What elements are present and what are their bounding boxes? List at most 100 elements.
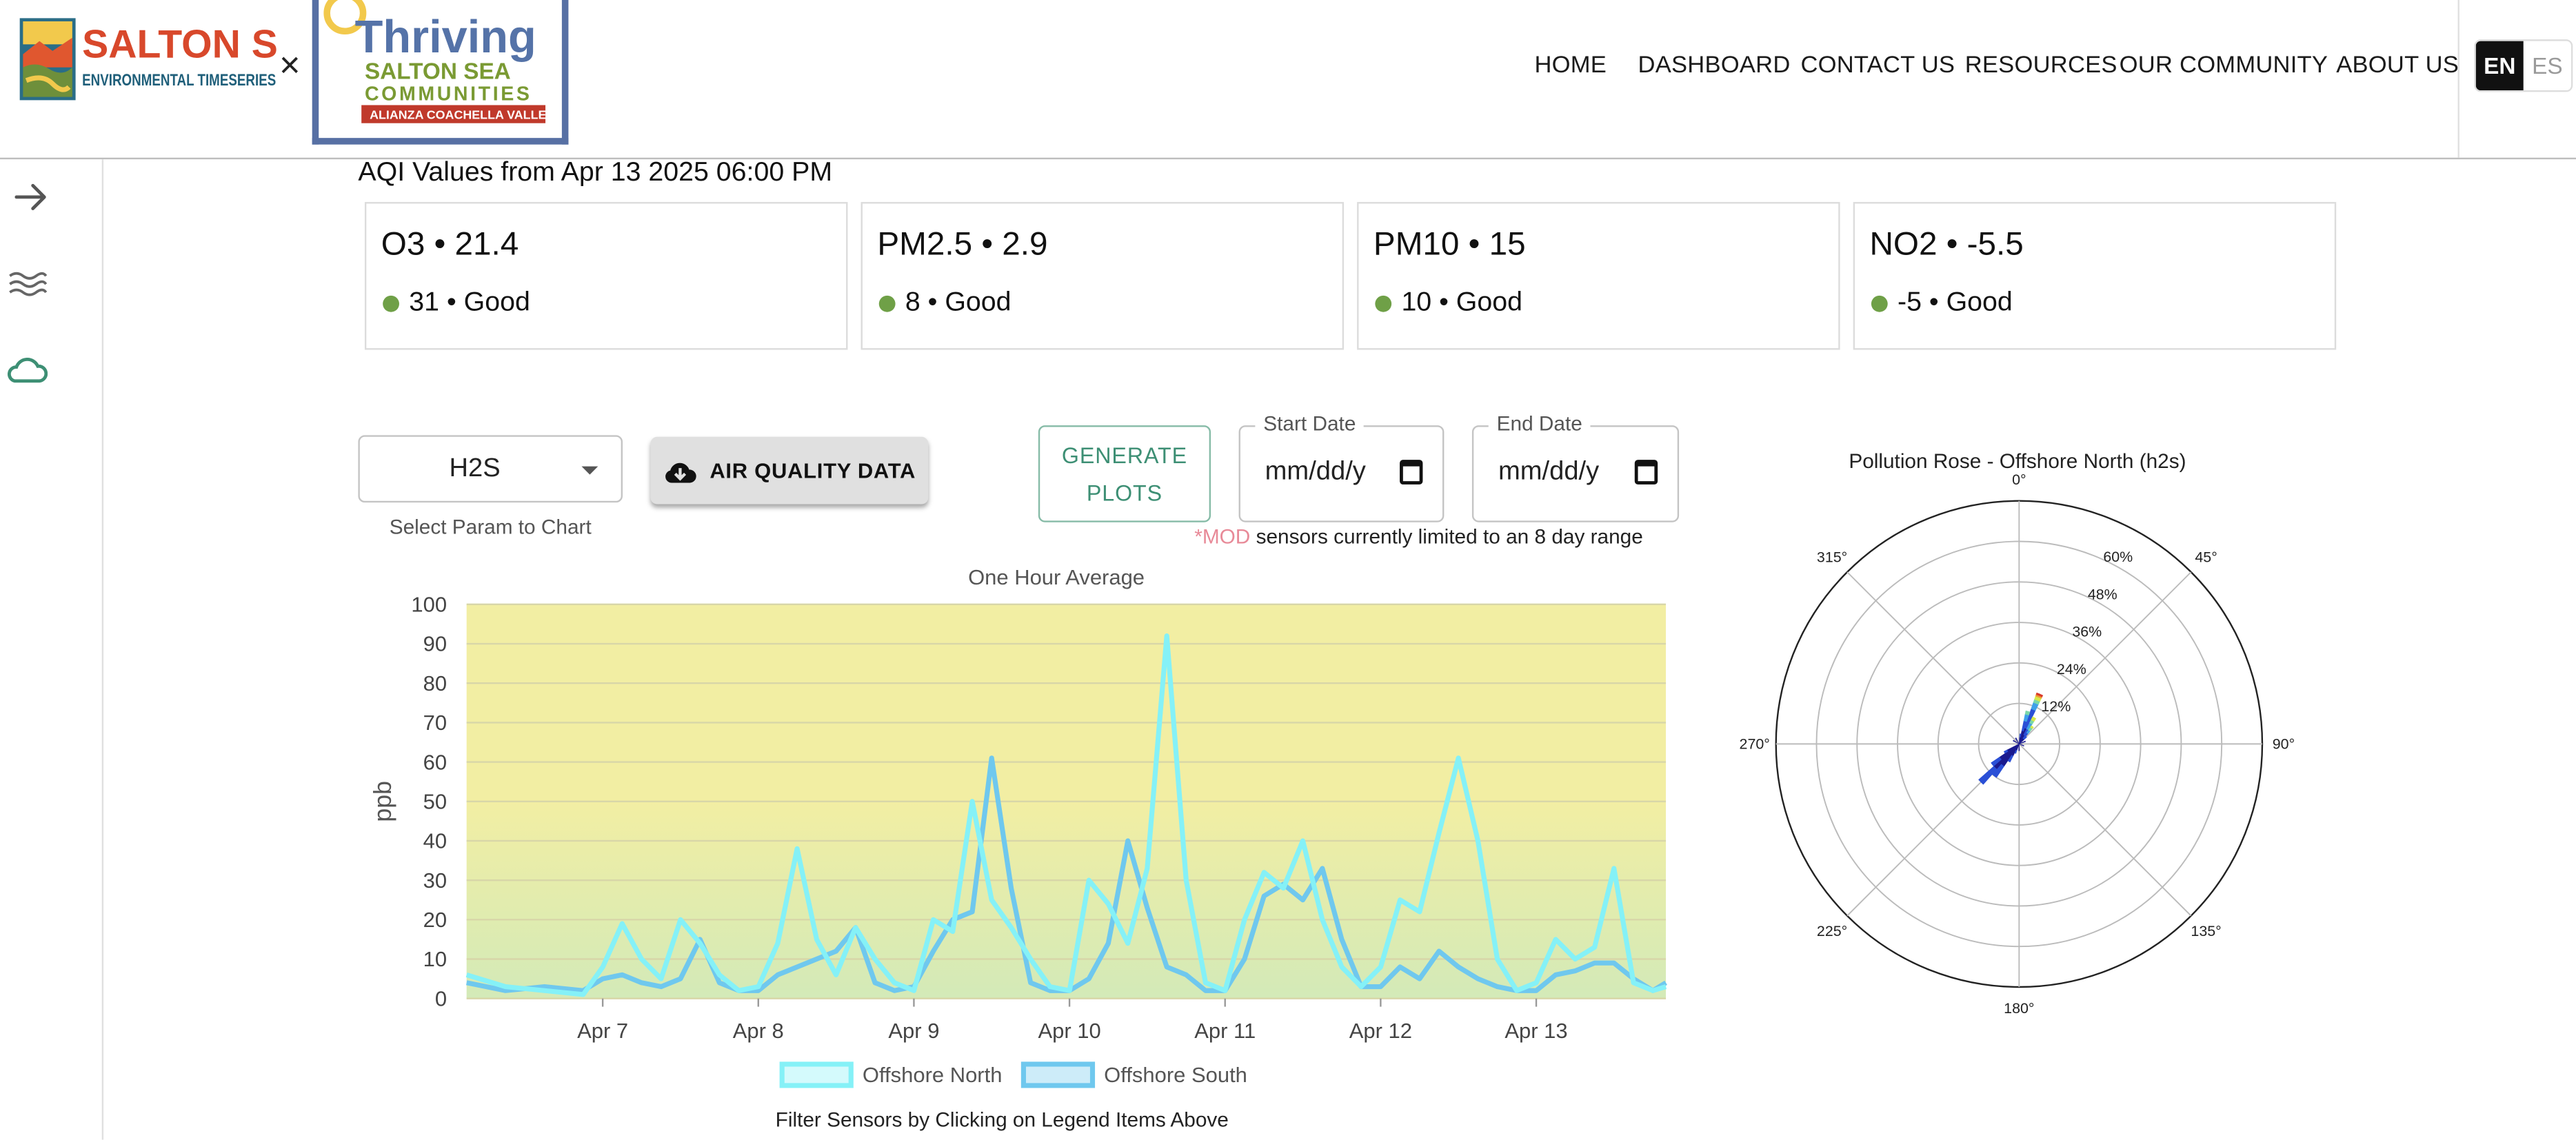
aqi-card-no2: NO2 • -5.5 -5 • Good [1853, 202, 2337, 350]
logo-separator: × [279, 44, 301, 85]
lang-es-button[interactable]: ES [2523, 41, 2571, 91]
logo-thriving-line1: Thriving [355, 12, 536, 63]
legend-item[interactable]: Offshore North [863, 1063, 1003, 1087]
calendar-icon[interactable] [1400, 460, 1423, 485]
pollution-rose-chart: Pollution Rose - Offshore North (h2s)0° 4… [1740, 450, 2295, 1017]
header-divider [2457, 0, 2459, 158]
language-toggle: EN ES [2474, 39, 2573, 92]
rose-radial-label: 12% [2041, 698, 2071, 715]
rose-wedge [2024, 710, 2031, 716]
end-date-field[interactable]: End Date mm/dd/y [1471, 412, 1680, 522]
nav-resources[interactable]: RESOURCES [1965, 52, 2117, 79]
y-tick-label: 0 [435, 986, 447, 1010]
end-date-input[interactable]: mm/dd/y [1498, 458, 1599, 488]
aqi-card-title: PM10 • 15 [1373, 226, 1526, 263]
x-tick-label: Apr 10 [1038, 1019, 1100, 1043]
status-dot [878, 295, 896, 312]
end-date-label: End Date [1488, 412, 1591, 436]
param-select-helper: Select Param to Chart [389, 516, 592, 539]
rose-angle-label: 315° [1817, 549, 1847, 565]
nav-home[interactable]: HOME [1534, 52, 1607, 79]
arrow-right-icon[interactable] [13, 181, 49, 214]
y-tick-label: 80 [423, 671, 447, 695]
nav-our-community[interactable]: OUR COMMUNITY [2120, 52, 2328, 79]
start-date-label: Start Date [1255, 412, 1365, 436]
salton-sea-logo[interactable]: SALTON SEA ENVIRONMENTAL TIMESERIES [19, 18, 279, 103]
aqi-card-title: O3 • 21.4 [381, 226, 519, 263]
y-tick-label: 100 [411, 593, 447, 617]
waves-icon[interactable] [8, 269, 48, 303]
rose-angle-label: 135° [2191, 923, 2221, 939]
y-tick-label: 60 [423, 750, 447, 774]
rose-angle-label: 270° [1740, 736, 1770, 753]
status-dot [1871, 295, 1888, 312]
generate-plots-button[interactable]: GENERATE PLOTS [1038, 425, 1211, 522]
rose-radial-label: 60% [2103, 549, 2133, 565]
aqi-card-title: NO2 • -5.5 [1869, 226, 2024, 263]
aqi-card-status: 31 • Good [409, 287, 530, 317]
logo-thriving-line2: SALTON SEA [365, 59, 511, 84]
mod-note-highlight: *MOD [1194, 525, 1251, 549]
start-date-input[interactable]: mm/dd/y [1265, 458, 1366, 488]
aqi-card-status: -5 • Good [1898, 287, 2013, 317]
chevron-down-icon [581, 466, 598, 475]
cloud-download-icon [665, 462, 696, 482]
generate-label-line1: GENERATE [1061, 443, 1188, 469]
chart-title: One Hour Average [968, 565, 1145, 589]
y-tick-label: 20 [423, 908, 447, 932]
y-axis-label: ppb [369, 781, 396, 822]
legend-item[interactable]: Offshore South [1104, 1063, 1247, 1087]
cloud-icon[interactable] [5, 353, 48, 386]
mod-sensor-note: *MOD sensors currently limited to an 8 d… [1194, 525, 1643, 548]
x-tick-label: Apr 11 [1194, 1019, 1256, 1043]
status-dot [383, 295, 399, 312]
rose-radial-label: 24% [2057, 661, 2086, 678]
x-tick-label: Apr 13 [1505, 1019, 1567, 1043]
rose-angle-label: 180° [2004, 1000, 2034, 1017]
logo-salton-line2: ENVIRONMENTAL TIMESERIES [82, 71, 276, 90]
download-air-quality-button[interactable]: AIR QUALITY DATA [650, 436, 929, 505]
nav-about-us[interactable]: ABOUT US [2336, 52, 2459, 79]
param-select[interactable]: H2S [358, 435, 623, 503]
x-tick-label: Apr 9 [888, 1019, 939, 1043]
one-hour-average-chart: 0 10 20 30 40 50 60 70 80 90 100 Apr 7 Apr 8 Apr 9 Apr… [369, 565, 1667, 1088]
aqi-card-status: 8 • Good [905, 287, 1012, 317]
rose-angle-label: 0° [2012, 471, 2026, 488]
param-select-value: H2S [449, 455, 501, 483]
sidebar [0, 159, 104, 1140]
legend-swatch[interactable] [779, 1061, 854, 1088]
y-tick-label: 90 [423, 632, 447, 656]
aqi-card-pm10: PM10 • 15 10 • Good [1357, 202, 1840, 350]
y-tick-label: 40 [423, 829, 447, 853]
y-tick-label: 30 [423, 868, 447, 893]
download-button-label: AIR QUALITY DATA [710, 458, 916, 483]
start-date-field[interactable]: Start Date mm/dd/y [1238, 412, 1445, 522]
nav-dashboard[interactable]: DASHBOARD [1638, 52, 1791, 79]
aqi-card-status: 10 • Good [1401, 287, 1522, 317]
calendar-icon[interactable] [1634, 460, 1658, 485]
legend-hint: Filter Sensors by Clicking on Legend Ite… [775, 1108, 1229, 1132]
y-tick-label: 50 [423, 789, 447, 813]
y-tick-label: 10 [423, 947, 447, 971]
generate-label-line2: PLOTS [1086, 481, 1163, 506]
nav-contact-us[interactable]: CONTACT US [1800, 52, 1955, 79]
rose-angle-label: 90° [2273, 736, 2295, 753]
status-dot [1375, 295, 1392, 312]
logo-salton-line1: SALTON SEA [82, 22, 279, 66]
logo-thriving-line4: ALIANZA COACHELLA VALLEY [370, 108, 554, 122]
x-tick-label: Apr 12 [1349, 1019, 1412, 1043]
y-tick-label: 70 [423, 711, 447, 735]
aqi-card-title: PM2.5 • 2.9 [877, 226, 1048, 263]
rose-radial-label: 36% [2072, 624, 2102, 640]
rose-radial-label: 48% [2088, 586, 2117, 602]
thriving-logo[interactable]: Thriving SALTON SEA COMMUNITIES ALIANZA … [312, 0, 569, 145]
lang-en-button[interactable]: EN [2475, 41, 2524, 91]
aqi-card-o3: O3 • 21.4 31 • Good [364, 202, 848, 350]
rose-angle-label: 45° [2195, 549, 2217, 565]
aqi-card-pm25: PM2.5 • 2.9 8 • Good [861, 202, 1345, 350]
legend-swatch[interactable] [1020, 1061, 1096, 1088]
aqi-title: AQI Values from Apr 13 2025 06:00 PM [358, 157, 833, 187]
top-header: SALTON SEA ENVIRONMENTAL TIMESERIES × Th… [0, 0, 2576, 160]
x-tick-label: Apr 7 [577, 1019, 628, 1043]
rose-title: Pollution Rose - Offshore North (h2s) [1849, 450, 2186, 473]
